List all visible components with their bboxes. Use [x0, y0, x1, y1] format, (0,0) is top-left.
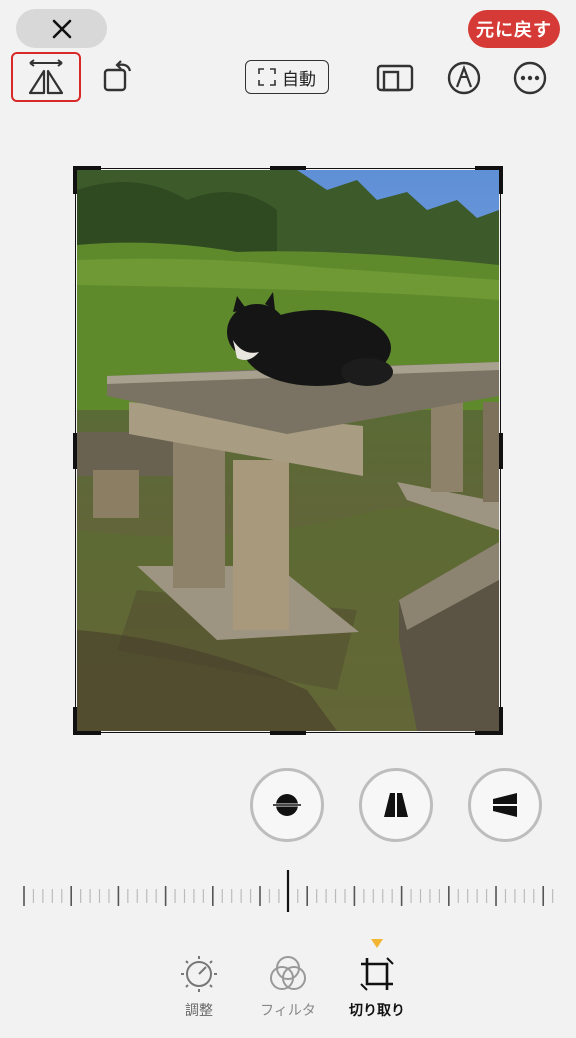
crop-icon	[360, 957, 394, 991]
auto-button[interactable]: 自動	[245, 60, 329, 94]
tab-crop-label: 切り取り	[349, 1003, 405, 1019]
adjust-icon	[181, 956, 217, 992]
more-button[interactable]	[510, 58, 550, 98]
crop-frame[interactable]	[73, 166, 503, 735]
horizontal-perspective-icon	[489, 793, 521, 817]
crop-handle-top-left[interactable]	[73, 166, 101, 170]
filter-icon	[270, 956, 306, 990]
aspect-ratio-button[interactable]	[372, 58, 418, 98]
straighten-button[interactable]	[250, 768, 324, 842]
crop-handle-top[interactable]	[270, 166, 306, 170]
angle-dial[interactable]	[22, 870, 556, 912]
crop-handle-top-left-v[interactable]	[73, 166, 77, 194]
rotate-button[interactable]	[98, 56, 138, 96]
close-button[interactable]	[16, 9, 107, 48]
auto-label: 自動	[282, 69, 316, 90]
crop-handle-bottom-right-v[interactable]	[499, 707, 503, 735]
more-icon	[513, 61, 547, 95]
horizontal-perspective-button[interactable]	[468, 768, 542, 842]
crop-handle-left[interactable]	[73, 433, 77, 469]
aspect-ratio-icon	[376, 64, 414, 92]
revert-label: 元に戻す	[476, 20, 552, 41]
revert-button[interactable]: 元に戻す	[468, 10, 560, 48]
crop-handle-bottom[interactable]	[270, 731, 306, 735]
vertical-perspective-button[interactable]	[359, 768, 433, 842]
crop-handle-top-right-v[interactable]	[499, 166, 503, 194]
auto-frame-icon	[258, 68, 276, 86]
markup-pen-icon	[447, 61, 481, 95]
markup-button[interactable]	[444, 58, 484, 98]
straighten-icon	[271, 794, 303, 816]
vertical-perspective-icon	[384, 789, 408, 821]
crop-handle-right[interactable]	[499, 433, 503, 469]
close-icon	[52, 19, 71, 38]
tab-crop[interactable]: 切り取り	[327, 954, 427, 1038]
crop-handle-bottom-left[interactable]	[73, 731, 101, 735]
selected-indicator	[371, 934, 383, 953]
tab-filter[interactable]: フィルタ	[238, 954, 338, 1038]
bottom-tab-bar: 調整 フィルタ 切り取り	[0, 932, 576, 1024]
tab-adjust-label: 調整	[185, 1003, 213, 1019]
tab-filter-label: フィルタ	[260, 1003, 316, 1019]
crop-handle-bottom-left-v[interactable]	[73, 707, 77, 735]
flip-horizontal-icon	[28, 59, 64, 95]
tab-adjust[interactable]: 調整	[149, 954, 249, 1038]
flip-button[interactable]	[11, 52, 81, 102]
rotate-icon	[103, 60, 132, 92]
